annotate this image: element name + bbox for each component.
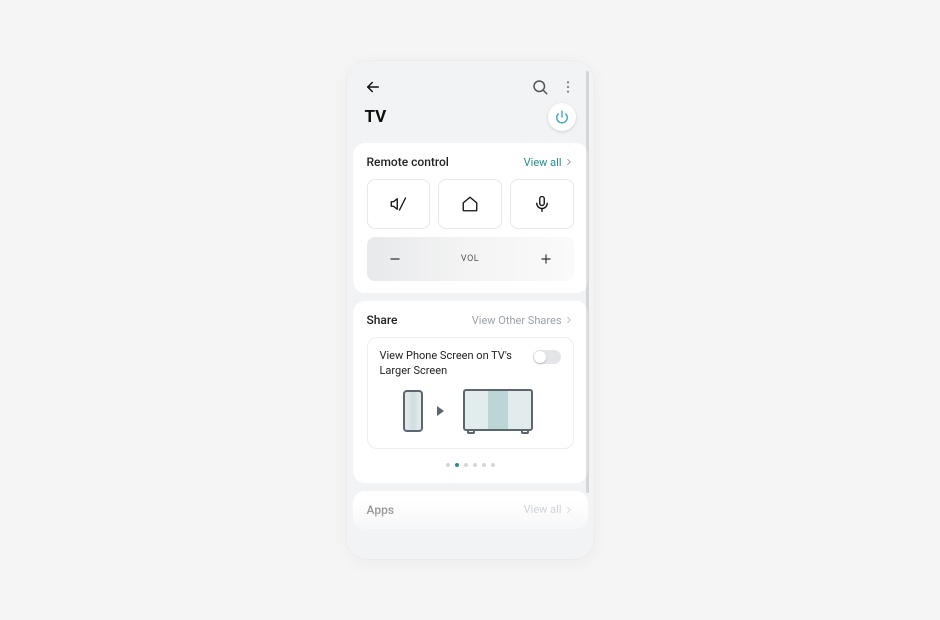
carousel-dots[interactable] [367,463,574,467]
apps-card: Apps View all [353,491,588,529]
view-all-label: View all [524,503,562,516]
back-arrow-icon [364,78,382,96]
search-button[interactable] [526,73,554,101]
volume-label: VOL [461,254,479,264]
mute-icon [389,195,407,213]
home-icon [461,195,479,213]
power-button[interactable] [548,103,576,131]
carousel-dot[interactable] [464,463,468,467]
card-header: Share View Other Shares [367,313,574,327]
back-button[interactable] [359,73,387,101]
apps-section-title: Apps [367,503,395,517]
remote-section-title: Remote control [367,155,449,169]
share-body: View Phone Screen on TV's Larger Screen [367,337,574,449]
apps-view-all-link[interactable]: View all [524,503,574,516]
carousel-dot[interactable] [491,463,495,467]
phone-frame: TV Remote control View all [347,61,594,559]
remote-view-all-link[interactable]: View all [524,156,574,169]
content-area: Remote control View all [347,143,594,559]
card-header: Remote control View all [367,155,574,169]
chevron-right-icon [564,157,574,167]
screen-share-toggle[interactable] [533,350,561,364]
carousel-dot[interactable] [482,463,486,467]
carousel-dot[interactable] [446,463,450,467]
voice-button[interactable] [510,179,574,229]
volume-down-button[interactable] [383,247,407,271]
share-card: Share View Other Shares View Phone Scree… [353,301,588,483]
card-header: Apps View all [367,503,574,517]
microphone-icon [533,195,551,213]
remote-button-row [367,179,574,229]
volume-up-button[interactable] [534,247,558,271]
share-illustration [380,389,561,434]
carousel-dot[interactable] [473,463,477,467]
more-vertical-icon [560,79,576,95]
tv-illustration-icon [458,389,538,434]
page-title: TV [365,107,387,127]
view-all-label: View all [524,156,562,169]
home-button[interactable] [438,179,502,229]
top-bar [347,61,594,101]
carousel-dot[interactable] [455,463,459,467]
chevron-right-icon [564,315,574,325]
play-triangle-icon [437,406,444,416]
minus-icon [388,252,402,266]
plus-icon [539,252,553,266]
share-section-title: Share [367,313,398,327]
remote-control-card: Remote control View all [353,143,588,293]
view-other-shares-link[interactable]: View Other Shares [472,314,574,327]
phone-illustration-icon [403,390,423,432]
volume-bar: VOL [367,237,574,281]
title-bar: TV [347,101,594,143]
chevron-right-icon [564,505,574,515]
search-icon [531,78,549,96]
view-other-shares-label: View Other Shares [472,314,562,327]
more-button[interactable] [554,73,582,101]
share-description: View Phone Screen on TV's Larger Screen [380,348,515,379]
power-icon [555,110,569,124]
mute-button[interactable] [367,179,431,229]
